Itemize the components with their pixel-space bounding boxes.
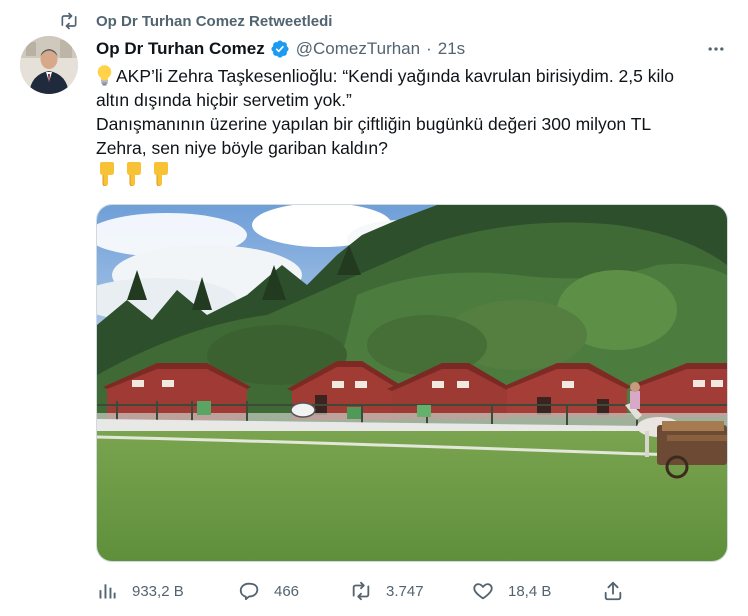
like-button[interactable]: 18,4 B xyxy=(472,576,551,606)
light-bulb-emoji-icon xyxy=(96,64,113,86)
emoji-row xyxy=(96,162,716,187)
pointing-down-emoji-icon xyxy=(96,162,117,187)
reply-count: 466 xyxy=(274,582,300,600)
heart-icon xyxy=(472,580,494,602)
views-icon xyxy=(96,580,118,602)
verified-badge-icon xyxy=(270,39,290,59)
reply-icon xyxy=(238,580,260,602)
views-button[interactable]: 933,2 B xyxy=(96,576,184,606)
retweet-button[interactable]: 3.747 xyxy=(350,576,424,606)
author-handle[interactable]: @ComezTurhan xyxy=(296,39,420,59)
tweet-timestamp[interactable]: 21s xyxy=(438,39,465,59)
share-button[interactable] xyxy=(602,576,638,606)
pointing-down-emoji-icon xyxy=(150,162,171,187)
tweet-header: Op Dr Turhan Comez @ComezTurhan · 21s xyxy=(96,37,728,61)
reply-button[interactable]: 466 xyxy=(238,576,299,606)
share-icon xyxy=(602,580,624,602)
retweet-icon xyxy=(350,580,372,602)
tweet-text-line-3: Danışmanının üzerine yapılan bir çiftliğ… xyxy=(96,114,652,134)
tweet-text: AKP’li Zehra Taşkesenlioğlu: “Kendi yağı… xyxy=(96,64,716,187)
tweet-action-bar: 933,2 B 466 3.747 18,4 B xyxy=(96,576,716,606)
author-name[interactable]: Op Dr Turhan Comez xyxy=(96,39,265,59)
tweet-text-line-2: altın dışında hiçbir servetim yok.” xyxy=(96,90,352,110)
like-count: 18,4 B xyxy=(508,582,552,600)
tweet-text-line: AKP’li Zehra Taşkesenlioğlu: “Kendi yağı… xyxy=(96,64,716,88)
avatar[interactable] xyxy=(20,36,78,94)
tweet-media-video[interactable] xyxy=(96,204,728,562)
views-count: 933,2 B xyxy=(132,582,184,600)
separator-dot: · xyxy=(426,39,432,58)
more-options-icon[interactable] xyxy=(704,37,728,61)
retweet-context: Op Dr Turhan Comez Retweetledi xyxy=(58,10,332,32)
tweet-text-line-1: AKP’li Zehra Taşkesenlioğlu: “Kendi yağı… xyxy=(116,66,675,86)
retweet-context-label[interactable]: Op Dr Turhan Comez Retweetledi xyxy=(96,13,332,30)
retweet-count: 3.747 xyxy=(386,582,424,600)
retweet-icon xyxy=(58,10,82,32)
pointing-down-emoji-icon xyxy=(123,162,144,187)
tweet-text-line-4: Zehra, sen niye böyle gariban kaldın? xyxy=(96,138,388,158)
